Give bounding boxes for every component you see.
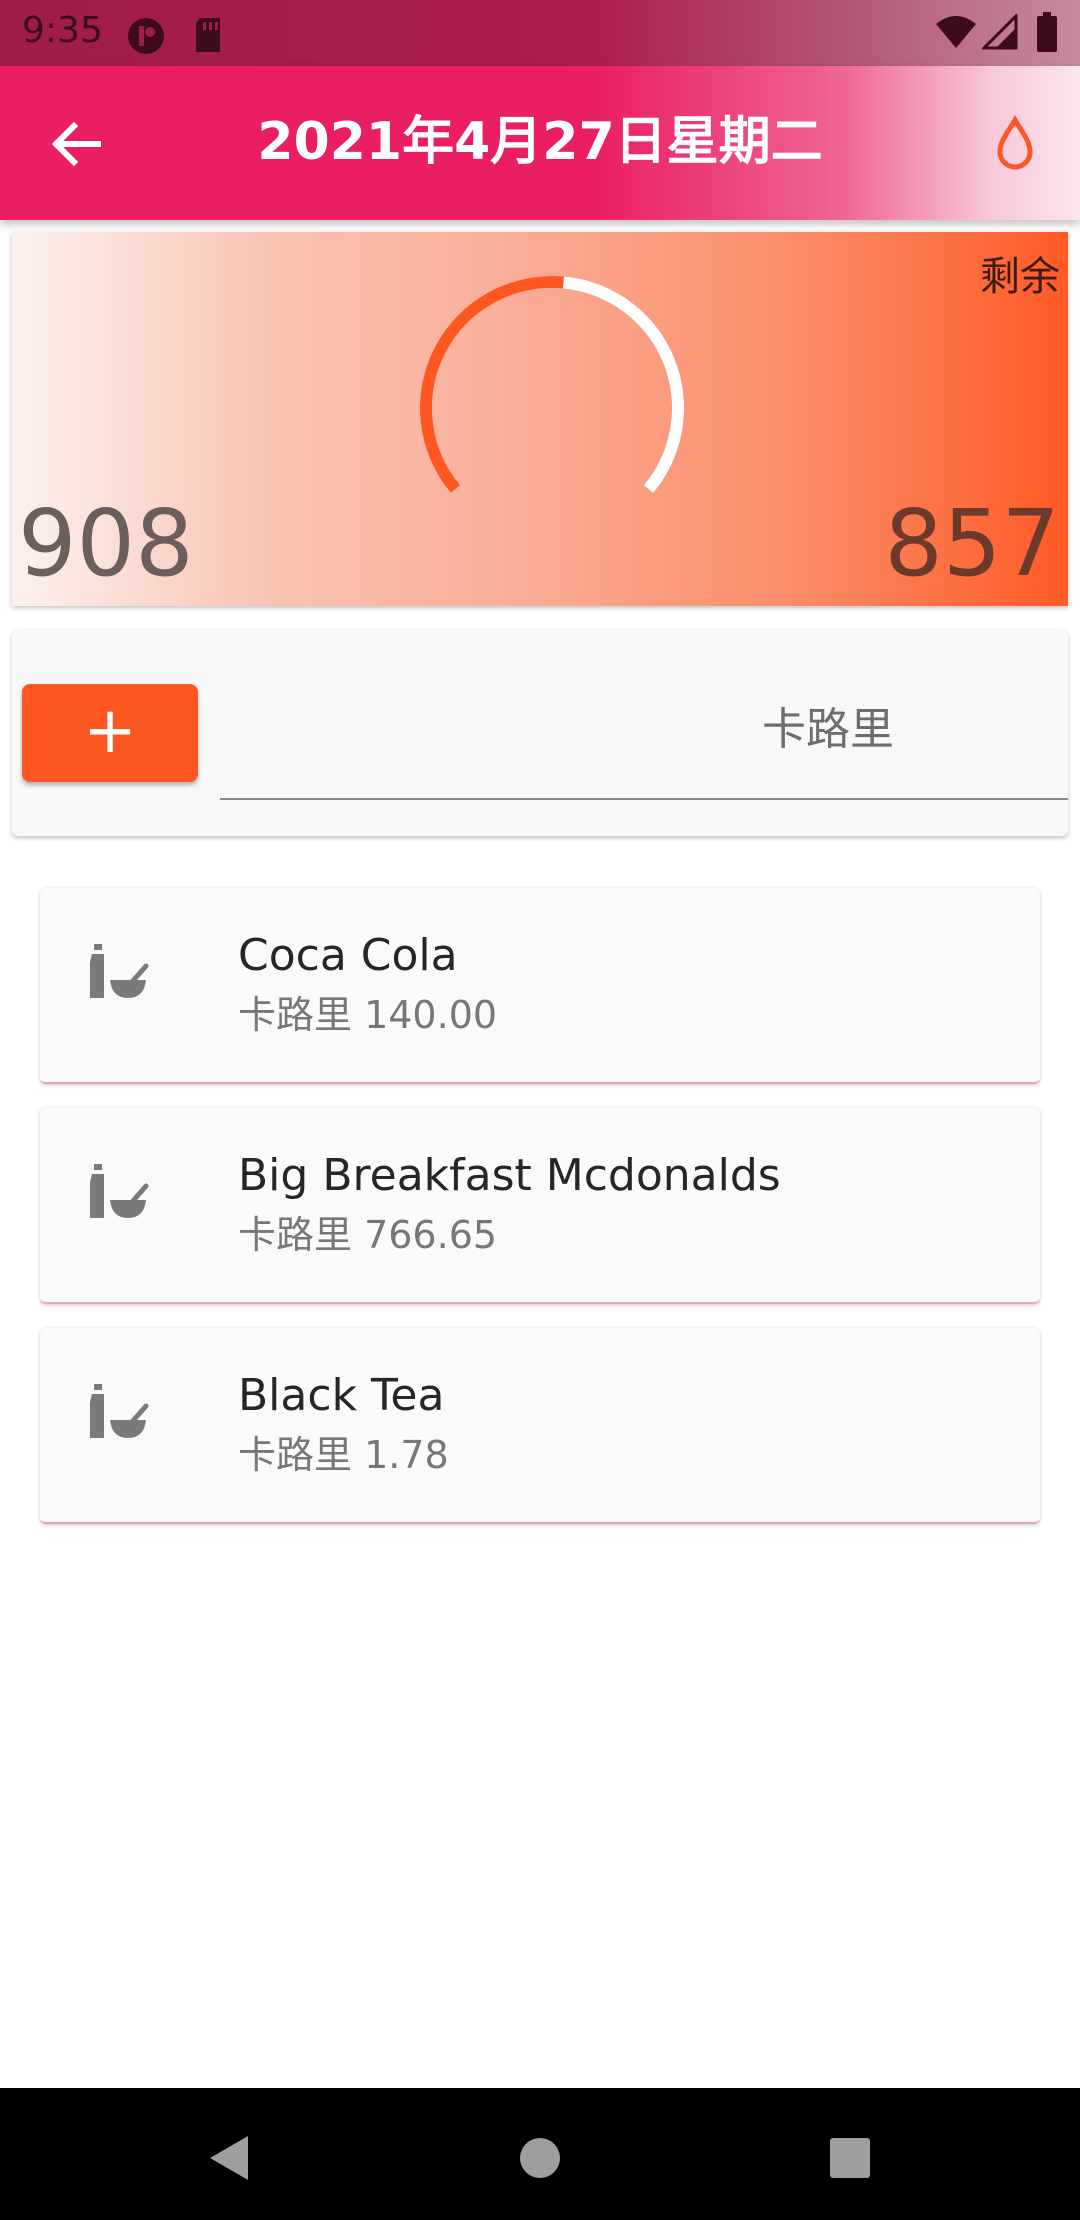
food-calories: 卡路里 140.00 — [238, 993, 498, 1037]
calorie-gauge — [420, 276, 684, 493]
add-food-button[interactable]: + — [22, 684, 198, 782]
nav-recents-icon[interactable] — [820, 2128, 880, 2188]
list-item[interactable]: Big Breakfast Mcdonalds 卡路里 766.65 — [40, 1108, 1040, 1304]
add-food-card: + — [12, 630, 1068, 836]
food-name: Black Tea — [238, 1370, 445, 1421]
plus-icon: + — [83, 694, 137, 768]
nav-home-icon[interactable] — [510, 2128, 570, 2188]
food-bottle-bowl-icon — [90, 1384, 149, 1438]
wifi-icon — [936, 16, 976, 48]
nav-back-icon[interactable] — [200, 2128, 260, 2188]
system-nav-bar — [0, 2088, 1080, 2220]
status-bar: 9:35 — [0, 0, 1080, 66]
remaining-label: 剩余 — [980, 254, 1060, 300]
sd-card-icon — [196, 18, 220, 52]
gauge-fill — [420, 276, 564, 493]
page-title: 2021年4月27日星期二 — [257, 112, 823, 172]
app-notification-icon — [128, 18, 164, 54]
remaining-value: 857 — [884, 490, 1060, 597]
water-drop-icon[interactable] — [990, 114, 1040, 174]
calorie-summary-card: 剩余 908 857 — [12, 232, 1068, 606]
list-item[interactable]: Black Tea 卡路里 1.78 — [40, 1328, 1040, 1524]
status-time: 9:35 — [22, 10, 103, 51]
food-bottle-bowl-icon — [90, 944, 149, 998]
app-bar: 2021年4月27日星期二 — [0, 66, 1080, 220]
food-bottle-bowl-icon — [90, 1164, 149, 1218]
food-name: Big Breakfast Mcdonalds — [238, 1150, 781, 1201]
consumed-value: 908 — [18, 490, 194, 597]
calorie-input[interactable] — [750, 690, 1068, 800]
food-calories: 卡路里 1.78 — [238, 1433, 449, 1477]
cell-signal-icon — [982, 14, 1018, 50]
food-calories: 卡路里 766.65 — [238, 1213, 498, 1257]
back-arrow-icon[interactable] — [48, 116, 104, 172]
list-item[interactable]: Coca Cola 卡路里 140.00 — [40, 888, 1040, 1084]
food-name: Coca Cola — [238, 930, 458, 981]
food-name-input[interactable] — [220, 740, 752, 800]
battery-icon — [1037, 12, 1057, 52]
